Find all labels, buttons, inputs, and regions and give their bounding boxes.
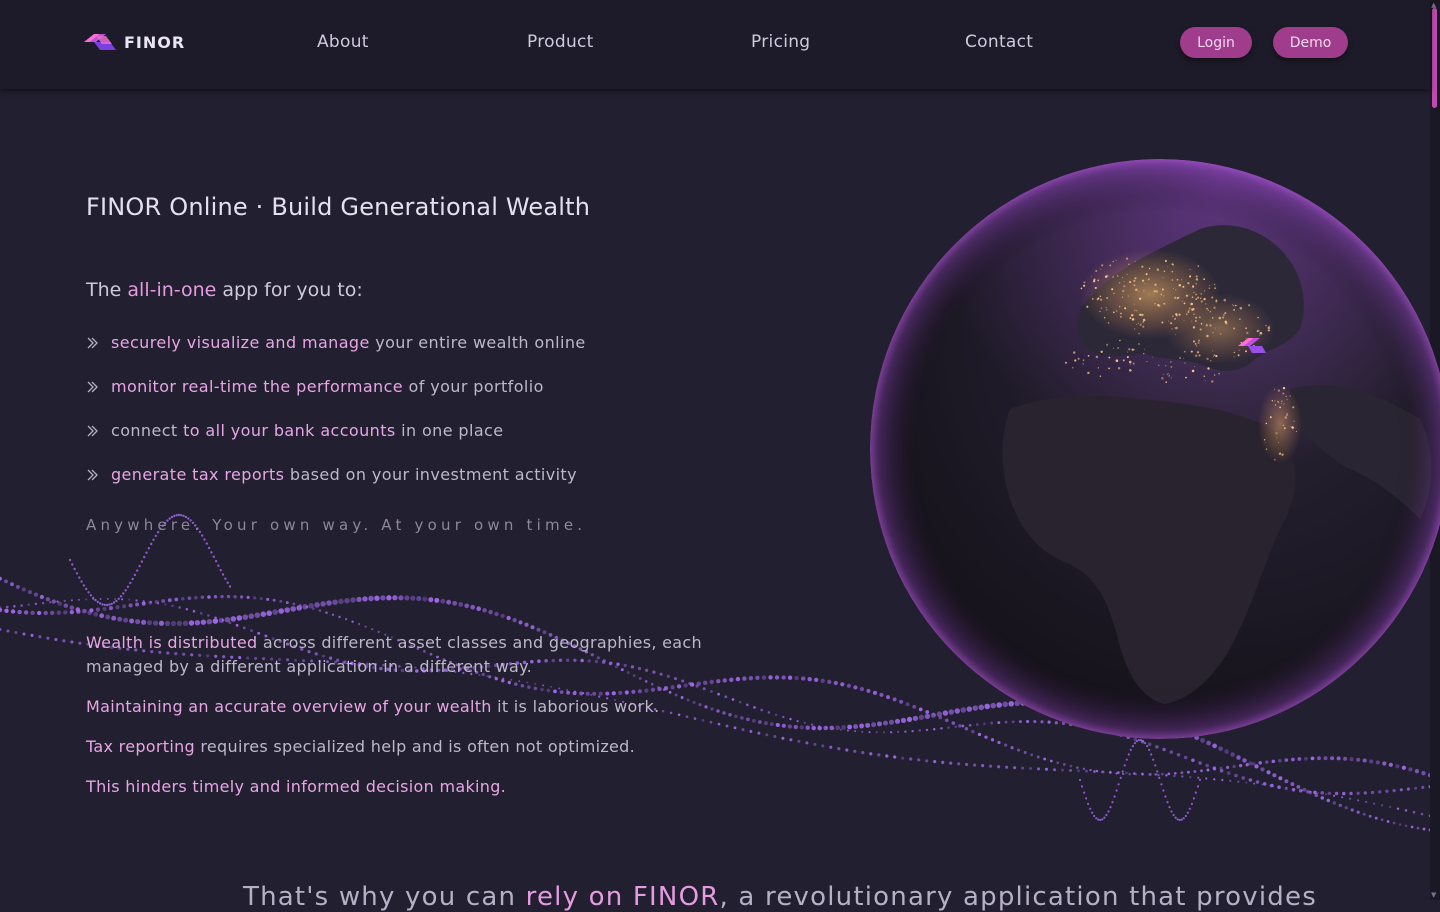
top-navigation-bar: FINOR About Product Pricing Contact Logi… (0, 0, 1430, 89)
feature-highlight: securely visualize and manage (111, 333, 370, 352)
problem-highlight: This hinders timely and informed decisio… (86, 777, 506, 796)
problem-paragraph: Maintaining an accurate overview of your… (86, 695, 736, 719)
section-intro-highlight: rely on FINOR (526, 882, 720, 912)
brand-logo[interactable]: FINOR (84, 32, 185, 52)
problem-text: requires specialized help and is often n… (195, 737, 635, 756)
hero-title: FINOR Online · Build Generational Wealth (86, 193, 590, 221)
globe-image (860, 159, 1440, 739)
nav-pricing-link[interactable]: Pricing (751, 32, 810, 52)
feature-highlight: to all your bank accounts (183, 421, 396, 440)
section-intro-line: That's why you can rely on FINOR, a revo… (243, 882, 1317, 912)
chevron-right-icon (86, 380, 100, 394)
finor-logo-icon (84, 32, 116, 52)
intro-text-after: app for you to: (216, 279, 362, 301)
section-intro-text: , a revolutionary application that provi… (720, 882, 1317, 912)
feature-text: based on your investment activity (284, 465, 577, 484)
scroll-down-arrow-icon[interactable]: ▼ (1431, 891, 1436, 899)
feature-item: connect to all your bank accounts in one… (86, 421, 503, 440)
problem-text: it is laborious work. (492, 697, 660, 716)
problem-paragraph: Wealth is distributed across different a… (86, 631, 736, 679)
feature-highlight: generate tax reports (111, 465, 284, 484)
nav-about-link[interactable]: About (317, 32, 369, 52)
brand-name: FINOR (124, 33, 185, 52)
login-button[interactable]: Login (1180, 27, 1252, 58)
intro-highlight: all-in-one (127, 279, 216, 301)
nav-contact-link[interactable]: Contact (965, 32, 1033, 52)
tagline: Anywhere. Your own way. At your own time… (86, 516, 586, 534)
scrollbar-thumb[interactable] (1432, 8, 1437, 108)
feature-text: your entire wealth online (370, 333, 586, 352)
feature-highlight: monitor real-time the performance (111, 377, 403, 396)
chevron-right-icon (86, 424, 100, 438)
hero-intro: The all-in-one app for you to: (86, 279, 363, 301)
section-intro-text: That's why you can (243, 882, 526, 912)
problem-highlight: Wealth is distributed (86, 633, 257, 652)
problem-paragraph: Tax reporting requires specialized help … (86, 735, 736, 759)
feature-item: generate tax reports based on your inves… (86, 465, 577, 484)
feature-item: monitor real-time the performance of you… (86, 377, 544, 396)
feature-item: securely visualize and manage your entir… (86, 333, 586, 352)
feature-text: in one place (396, 421, 504, 440)
demo-button[interactable]: Demo (1273, 27, 1348, 58)
feature-text: connect (111, 421, 183, 440)
problem-paragraph: This hinders timely and informed decisio… (86, 775, 736, 799)
feature-text: of your portfolio (403, 377, 544, 396)
nav-product-link[interactable]: Product (527, 32, 594, 52)
problem-highlight: Tax reporting (86, 737, 195, 756)
chevron-right-icon (86, 468, 100, 482)
intro-text-before: The (86, 279, 127, 301)
problem-highlight: Maintaining an accurate overview of your… (86, 697, 492, 716)
chevron-right-icon (86, 336, 100, 350)
